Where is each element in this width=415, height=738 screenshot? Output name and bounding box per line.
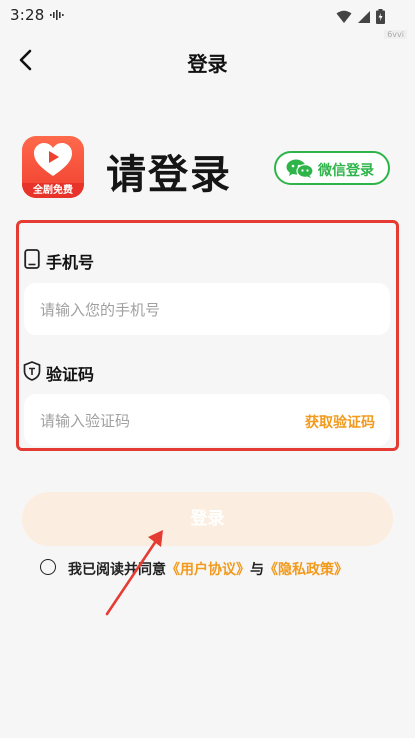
play-heart-icon xyxy=(34,143,72,176)
battery-icon xyxy=(376,9,385,24)
code-label: 验证码 xyxy=(46,365,95,384)
phone-placeholder: 请输入您的手机号 xyxy=(40,301,161,319)
agreement-text: 我已阅读并同意《用户协议》与《隐私政策》 xyxy=(68,559,348,579)
phone-icon xyxy=(24,249,40,269)
phone-input[interactable]: 请输入您的手机号 xyxy=(24,283,390,335)
code-input[interactable]: 请输入验证码 获取验证码 xyxy=(24,394,390,446)
code-placeholder: 请输入验证码 xyxy=(40,412,131,430)
wechat-login-label: 微信登录 xyxy=(318,163,374,179)
wechat-icon xyxy=(286,159,314,178)
get-code-button[interactable]: 获取验证码 xyxy=(305,412,375,432)
privacy-policy-link[interactable]: 《隐私政策》 xyxy=(264,562,348,578)
login-button[interactable]: 登录 xyxy=(22,492,393,546)
login-heading: 请登录 xyxy=(106,152,232,198)
status-time: 3:28 xyxy=(10,6,45,24)
shield-icon xyxy=(23,361,41,381)
status-icons xyxy=(336,6,385,25)
phone-label: 手机号 xyxy=(46,253,95,272)
signal-icon xyxy=(357,10,370,23)
wifi-icon xyxy=(336,10,352,23)
user-agreement-link[interactable]: 《用户协议》 xyxy=(166,562,250,578)
watermark: 6vvi xyxy=(384,30,407,39)
agreement-checkbox[interactable] xyxy=(40,559,56,575)
agreement-conjunction: 与 xyxy=(250,562,264,578)
wechat-login-button[interactable]: 微信登录 xyxy=(274,151,390,185)
status-bar: 3:28 xyxy=(0,0,415,30)
app-logo: 全剧免费 xyxy=(22,136,84,198)
page-title: 登录 xyxy=(187,52,228,76)
logo-badge: 全剧免费 xyxy=(22,183,84,198)
agreement-prefix: 我已阅读并同意 xyxy=(68,562,166,578)
voice-wave-icon xyxy=(50,10,64,20)
